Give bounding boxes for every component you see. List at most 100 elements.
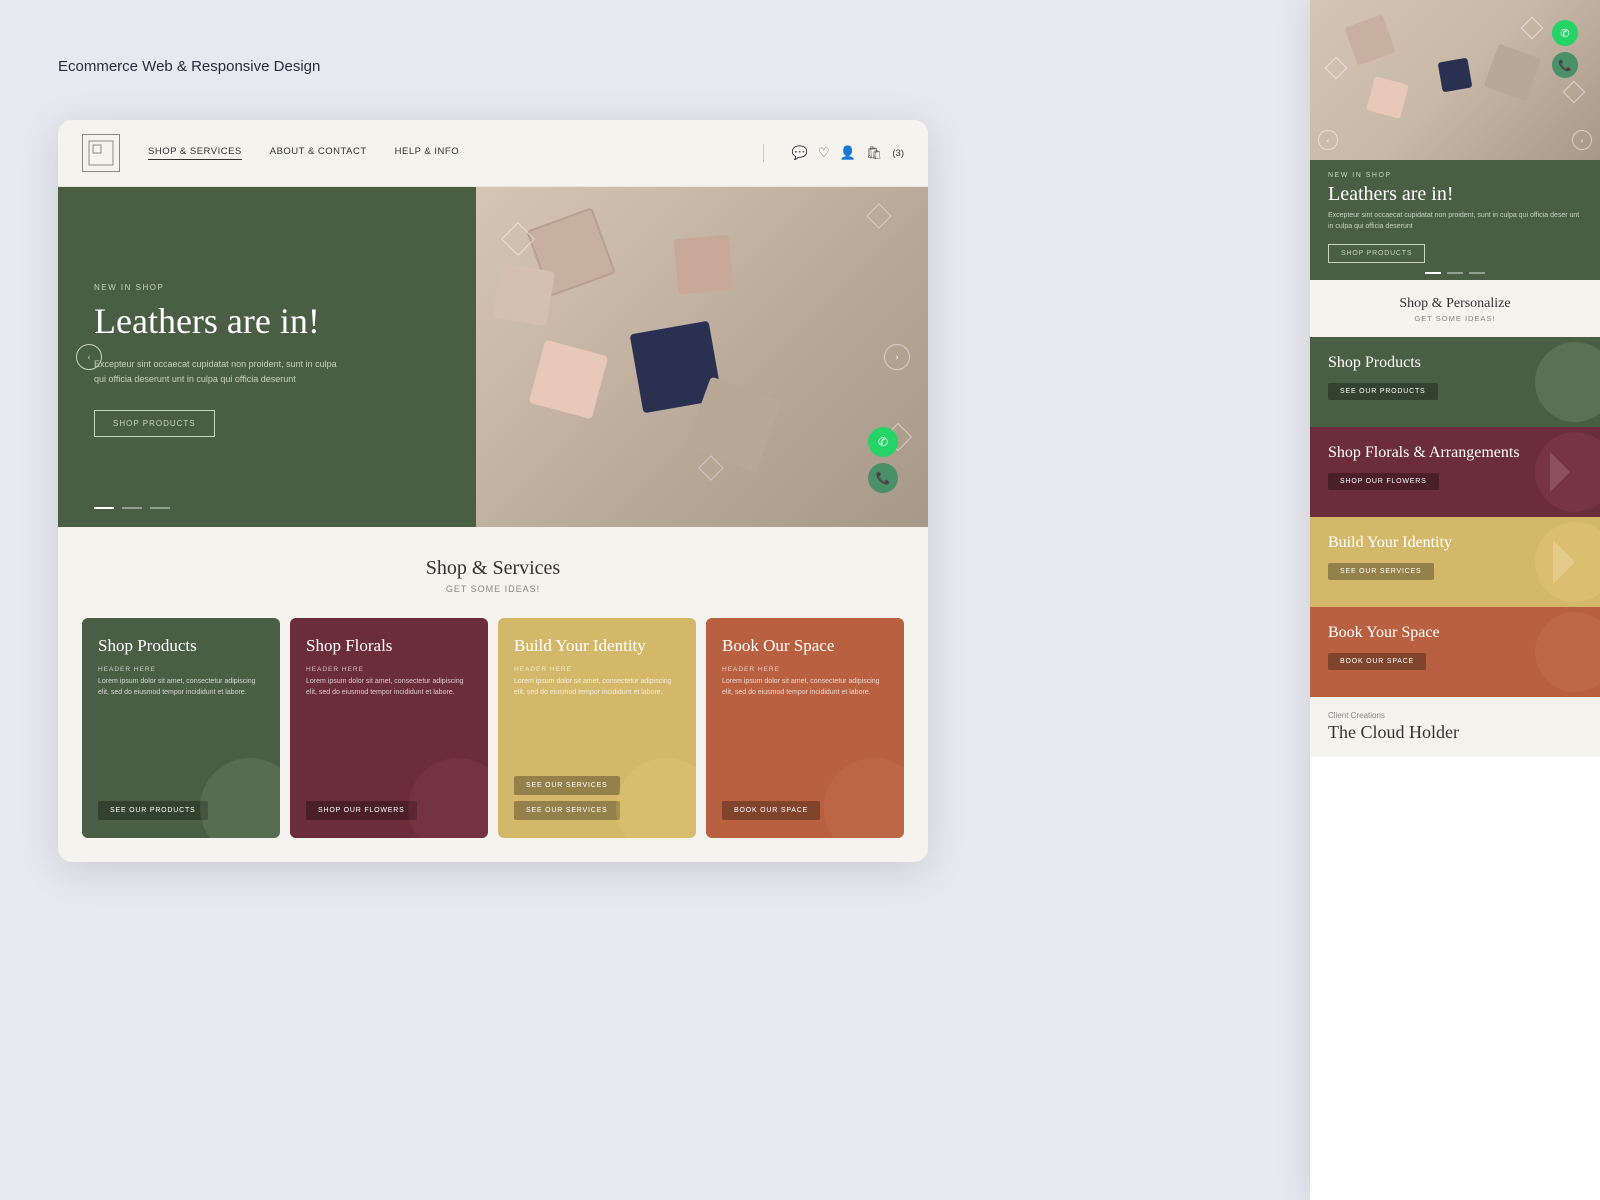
m-tray-3 [1366, 76, 1409, 119]
phone-fab[interactable]: 📞 [868, 463, 898, 493]
m-tray-4 [1484, 44, 1542, 102]
hero-dot-1[interactable] [94, 507, 114, 509]
m-diamond-1 [1325, 57, 1348, 80]
mobile-personalize-sub: GET SOME IDEAS! [1328, 314, 1582, 323]
diamond-decoration-1 [501, 222, 535, 256]
hero-next-button[interactable]: › [884, 344, 910, 370]
mobile-cards: Shop Products SEE OUR PRODUCTS Shop Flor… [1310, 337, 1600, 1200]
heart-icon[interactable]: ♡ [818, 145, 830, 161]
service-card-identity: Build Your Identity HEADER HERE Lorem ip… [498, 618, 696, 838]
hero-dots [94, 507, 170, 509]
mobile-dot-2[interactable] [1447, 272, 1463, 274]
card-circle-4 [824, 758, 904, 838]
card-title-identity: Build Your Identity [514, 636, 680, 656]
nav-icons: 💬 ♡ 👤 🛍 (3) [792, 145, 904, 161]
card-text-florals: Lorem ipsum dolor sit amet, consectetur … [306, 677, 472, 698]
card-header-space: HEADER HERE [722, 666, 888, 673]
tray-decoration-4 [528, 340, 608, 420]
hero-image: › ✆ 📞 [476, 187, 928, 527]
service-card-products: Shop Products HEADER HERE Lorem ipsum do… [82, 618, 280, 838]
services-section: Shop & Services Get some ideas! Shop Pro… [58, 527, 928, 862]
card-circle-3 [616, 758, 696, 838]
mobile-hero-content-area: NEW IN SHOP Leathers are in! Excepteur s… [1310, 160, 1600, 277]
card-title-products: Shop Products [98, 636, 264, 656]
mobile-card-btn-florals[interactable]: SHOP OUR FLOWERS [1328, 473, 1439, 490]
m-tray-2 [1438, 58, 1473, 93]
mobile-card-title-products: Shop Products [1328, 353, 1582, 372]
m-tray-1 [1344, 14, 1395, 65]
mobile-dots [1425, 272, 1485, 274]
mobile-hero-btn[interactable]: SHOP PRODUCTS [1328, 244, 1425, 263]
tray-decoration-2 [491, 263, 555, 327]
nav-link-help[interactable]: HELP & INFO [395, 146, 459, 160]
card-title-space: Book Our Space [722, 636, 888, 656]
mobile-hero-badge: NEW IN SHOP [1328, 172, 1582, 179]
cart-count: (3) [892, 148, 904, 159]
mobile-card-title-space: Book Your Space [1328, 623, 1582, 642]
hero-title: Leathers are in! [94, 302, 446, 342]
services-grid: Shop Products HEADER HERE Lorem ipsum do… [82, 618, 904, 838]
services-header: Shop & Services Get some ideas! [82, 557, 904, 594]
mobile-mockup: ✆ 📞 NEW IN SHOP Leathers are in! Excepte… [1310, 0, 1600, 1200]
mobile-next-button[interactable]: › [1572, 130, 1592, 150]
whatsapp-fab[interactable]: ✆ [868, 427, 898, 457]
service-card-space: Book Our Space HEADER HERE Lorem ipsum d… [706, 618, 904, 838]
card-text-space: Lorem ipsum dolor sit amet, consectetur … [722, 677, 888, 698]
hero-dot-2[interactable] [122, 507, 142, 509]
mobile-card-florals: Shop Florals & Arrangements SHOP OUR FLO… [1310, 427, 1600, 517]
hero-content: ‹ NEW IN SHOP Leathers are in! Excepteur… [58, 187, 476, 527]
card-text-products: Lorem ipsum dolor sit amet, consectetur … [98, 677, 264, 698]
nav-logo[interactable] [82, 134, 120, 172]
cart-icon[interactable]: 🛍 [866, 145, 883, 161]
hero-text: Excepteur sint occaecat cupidatat non pr… [94, 357, 344, 386]
mobile-hero-title: Leathers are in! [1328, 183, 1582, 205]
card-btn-products[interactable]: SEE OUR PRODUCTS [98, 801, 208, 820]
card-btn-space[interactable]: BOOK OUR SPACE [722, 801, 820, 820]
card-title-florals: Shop Florals [306, 636, 472, 656]
mobile-card-identity: Build Your Identity SEE OUR SERVICES [1310, 517, 1600, 607]
mobile-dot-1[interactable] [1425, 272, 1441, 274]
card-circle-1 [200, 758, 280, 838]
mobile-dot-3[interactable] [1469, 272, 1485, 274]
card-text-identity: Lorem ipsum dolor sit amet, consectetur … [514, 677, 680, 698]
nav-link-shop[interactable]: SHOP & SERVICES [148, 146, 242, 160]
user-icon[interactable]: 👤 [840, 145, 856, 161]
nav-divider [763, 144, 764, 162]
mobile-card-title-florals: Shop Florals & Arrangements [1328, 443, 1582, 462]
diamond-decoration-3 [866, 203, 891, 228]
mobile-card-btn-identity[interactable]: SEE OUR SERVICES [1328, 563, 1434, 580]
hero-dot-3[interactable] [150, 507, 170, 509]
hero-shop-button[interactable]: SHOP PRODUCTS [94, 410, 215, 437]
mobile-client-section: Client Creations The Cloud Holder [1310, 697, 1600, 757]
mobile-phone-fab[interactable]: 📞 [1552, 52, 1578, 78]
card-header-products: HEADER HERE [98, 666, 264, 673]
services-subtitle: Get some ideas! [82, 584, 904, 594]
services-title: Shop & Services [82, 557, 904, 580]
mobile-hero: ✆ 📞 NEW IN SHOP Leathers are in! Excepte… [1310, 0, 1600, 280]
mobile-client-sub: Client Creations [1328, 711, 1582, 720]
mobile-card-btn-products[interactable]: SEE OUR PRODUCTS [1328, 383, 1438, 400]
mobile-card-btn-space[interactable]: BOOK OUR SPACE [1328, 653, 1426, 670]
mobile-client-title: The Cloud Holder [1328, 722, 1582, 743]
card-btn-florals[interactable]: SHOP OUR FLOWERS [306, 801, 417, 820]
mobile-card-space: Book Your Space BOOK OUR SPACE [1310, 607, 1600, 697]
tray-decoration-5 [673, 235, 733, 295]
card-header-florals: HEADER HERE [306, 666, 472, 673]
nav-link-about[interactable]: ABOUT & CONTACT [270, 146, 367, 160]
mobile-whatsapp-fab[interactable]: ✆ [1552, 20, 1578, 46]
card-btn-identity-1[interactable]: SEE OUR SERVICES [514, 776, 620, 795]
m-diamond-3 [1521, 17, 1544, 40]
card-btn-identity-2[interactable]: SEE OUR SERVICES [514, 801, 620, 820]
mobile-card-products: Shop Products SEE OUR PRODUCTS [1310, 337, 1600, 427]
hero-prev-button[interactable]: ‹ [76, 344, 102, 370]
mobile-hero-text: Excepteur sint occaecat cupidatat non pr… [1328, 211, 1582, 232]
service-card-florals: Shop Florals HEADER HERE Lorem ipsum dol… [290, 618, 488, 838]
navbar: SHOP & SERVICES ABOUT & CONTACT HELP & I… [58, 120, 928, 187]
chat-icon[interactable]: 💬 [792, 145, 808, 161]
nav-links: SHOP & SERVICES ABOUT & CONTACT HELP & I… [148, 146, 735, 160]
mobile-prev-button[interactable]: ‹ [1318, 130, 1338, 150]
mobile-card-title-identity: Build Your Identity [1328, 533, 1582, 552]
mobile-personalize: Shop & Personalize GET SOME IDEAS! [1310, 280, 1600, 337]
hero-badge: NEW IN SHOP [94, 283, 446, 292]
desktop-mockup: SHOP & SERVICES ABOUT & CONTACT HELP & I… [58, 120, 928, 862]
